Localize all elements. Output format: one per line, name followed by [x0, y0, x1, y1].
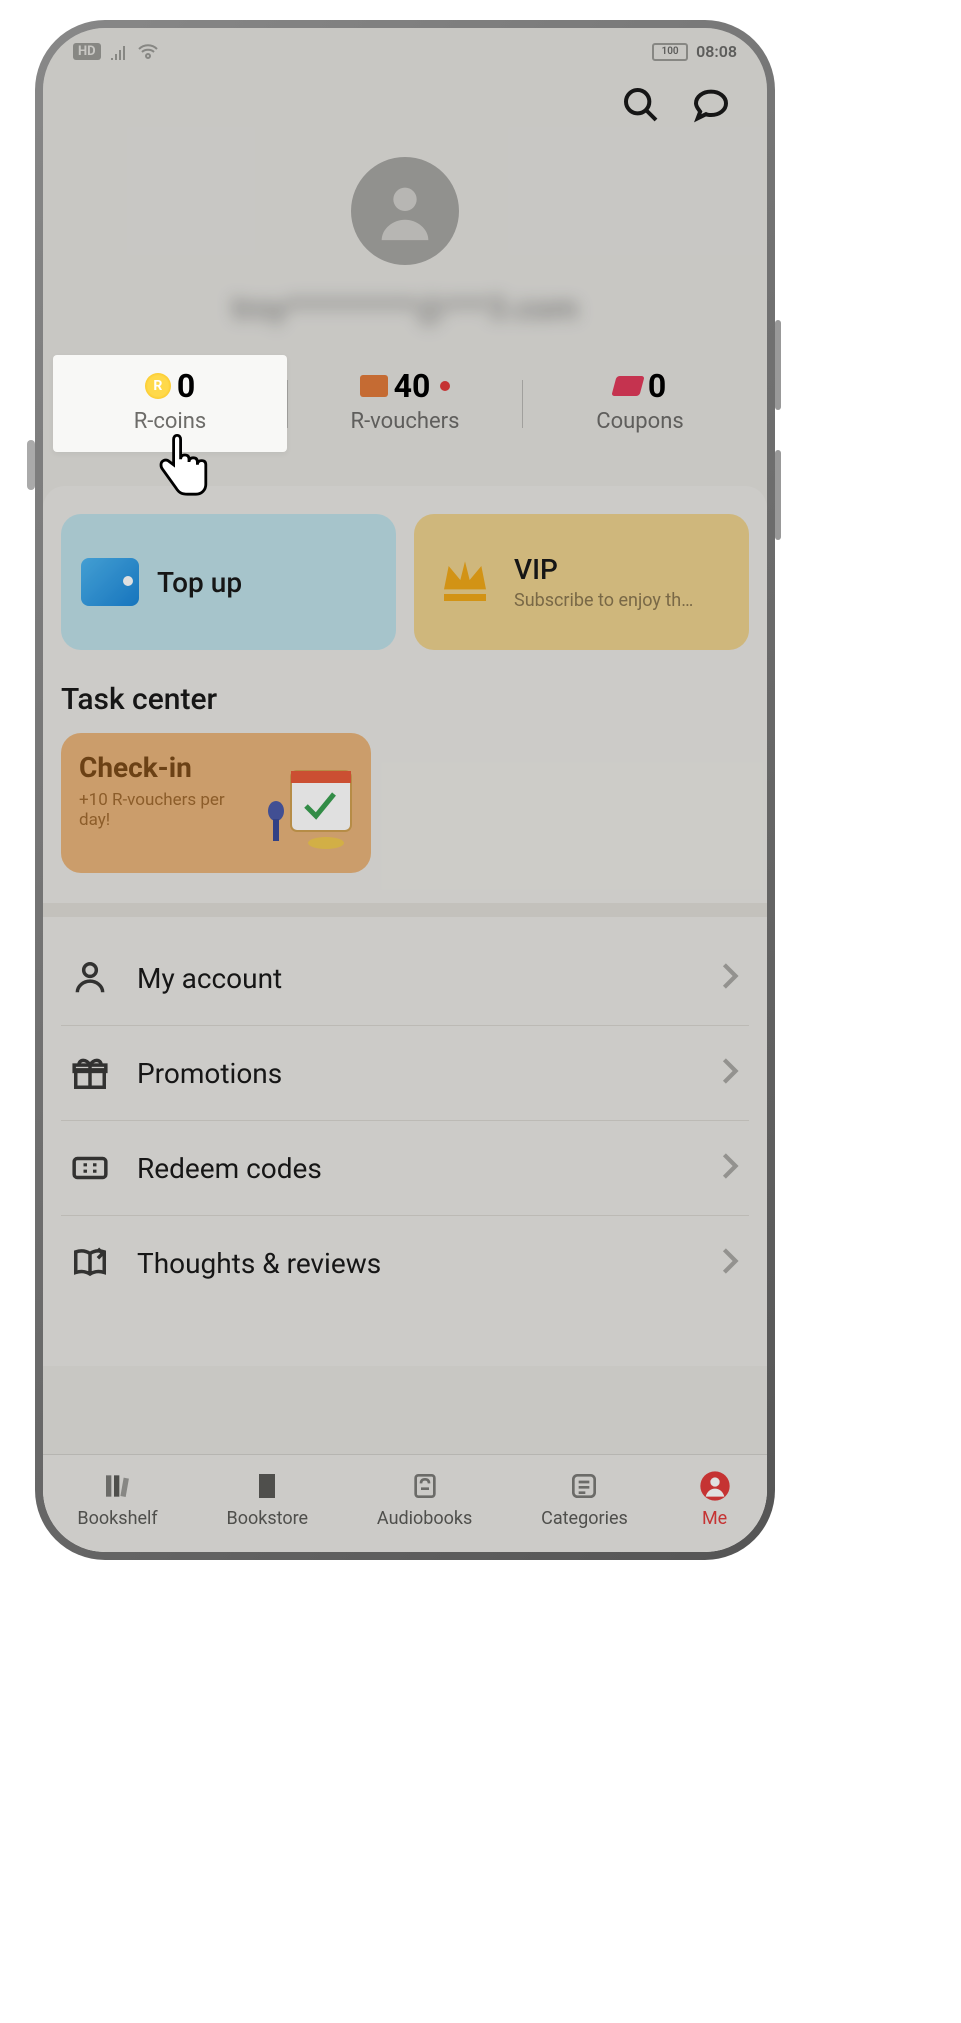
coupons-value: 0 — [648, 367, 666, 405]
hd-badge: HD — [73, 43, 101, 60]
rvouchers-card[interactable]: 40 R-vouchers — [288, 355, 522, 452]
menu-my-account[interactable]: My account — [61, 931, 749, 1026]
bookstore-icon — [249, 1468, 285, 1504]
gift-icon — [71, 1054, 109, 1092]
menu-label: Promotions — [137, 1057, 693, 1090]
rcoins-value: 0 — [177, 367, 195, 405]
wifi-icon — [137, 44, 159, 60]
menu-label: Redeem codes — [137, 1152, 693, 1185]
rcoin-icon: R — [145, 373, 171, 399]
checkin-title: Check-in — [79, 751, 239, 784]
voucher-icon — [360, 375, 388, 397]
chevron-right-icon — [721, 962, 739, 994]
avatar[interactable] — [351, 157, 459, 265]
checkin-subtitle: +10 R-vouchers per day! — [79, 790, 239, 830]
topup-card[interactable]: Top up — [61, 514, 396, 650]
me-icon — [697, 1468, 733, 1504]
phone-side-buttons-right — [775, 320, 781, 540]
nav-label: Me — [702, 1508, 727, 1529]
cursor-hand-icon — [152, 434, 212, 508]
phone-frame: HD 100 08:08 troy*********@***3.com — [35, 20, 775, 1560]
bookshelf-icon — [100, 1468, 136, 1504]
vip-title: VIP — [514, 553, 694, 586]
menu-label: Thoughts & reviews — [137, 1247, 693, 1280]
person-icon — [71, 959, 109, 997]
chevron-right-icon — [721, 1057, 739, 1089]
menu-redeem-codes[interactable]: Redeem codes — [61, 1121, 749, 1216]
signal-icon — [109, 44, 129, 60]
phone-side-button-left — [27, 440, 35, 490]
menu-thoughts-reviews[interactable]: Thoughts & reviews — [61, 1216, 749, 1310]
wallet-icon — [81, 558, 139, 606]
nav-label: Audiobooks — [377, 1508, 472, 1529]
nav-label: Bookstore — [226, 1508, 308, 1529]
audiobooks-icon — [407, 1468, 443, 1504]
topup-label: Top up — [157, 566, 242, 599]
nav-categories[interactable]: Categories — [541, 1468, 628, 1529]
vip-card[interactable]: VIP Subscribe to enjoy th... — [414, 514, 749, 650]
notification-dot — [440, 381, 450, 391]
rvouchers-value: 40 — [394, 367, 431, 405]
crown-icon — [434, 552, 496, 612]
task-center-heading: Task center — [61, 682, 749, 717]
checkin-card[interactable]: Check-in +10 R-vouchers per day! — [61, 733, 371, 873]
categories-icon — [566, 1468, 602, 1504]
calendar-illustration — [251, 751, 361, 855]
coupons-label: Coupons — [523, 409, 757, 434]
coupon-icon — [611, 376, 644, 396]
search-icon[interactable] — [621, 85, 661, 129]
nav-bookstore[interactable]: Bookstore — [226, 1468, 308, 1529]
nav-me[interactable]: Me — [697, 1468, 733, 1529]
bottom-nav: Bookshelf Bookstore Audiobooks Categorie… — [43, 1454, 767, 1552]
battery-icon: 100 — [652, 43, 688, 61]
chevron-right-icon — [721, 1247, 739, 1279]
ticket-icon — [71, 1149, 109, 1187]
section-spacer — [43, 903, 767, 917]
vip-subtitle: Subscribe to enjoy th... — [514, 590, 694, 611]
nav-bookshelf[interactable]: Bookshelf — [77, 1468, 157, 1529]
coupons-card[interactable]: 0 Coupons — [523, 355, 757, 452]
rcoins-card[interactable]: R 0 R-coins — [53, 355, 287, 452]
balance-row: R 0 R-coins 40 R-vouchers — [43, 355, 767, 452]
book-edit-icon — [71, 1244, 109, 1282]
status-bar: HD 100 08:08 — [43, 28, 767, 67]
chevron-right-icon — [721, 1152, 739, 1184]
nav-label: Categories — [541, 1508, 628, 1529]
chat-icon[interactable] — [691, 85, 731, 129]
clock-time: 08:08 — [696, 42, 737, 61]
nav-label: Bookshelf — [77, 1508, 157, 1529]
rcoins-label: R-coins — [53, 409, 287, 434]
menu-promotions[interactable]: Promotions — [61, 1026, 749, 1121]
rvouchers-label: R-vouchers — [288, 409, 522, 434]
username-blurred: troy*********@***3.com — [43, 281, 767, 355]
nav-audiobooks[interactable]: Audiobooks — [377, 1468, 472, 1529]
menu-label: My account — [137, 962, 693, 995]
